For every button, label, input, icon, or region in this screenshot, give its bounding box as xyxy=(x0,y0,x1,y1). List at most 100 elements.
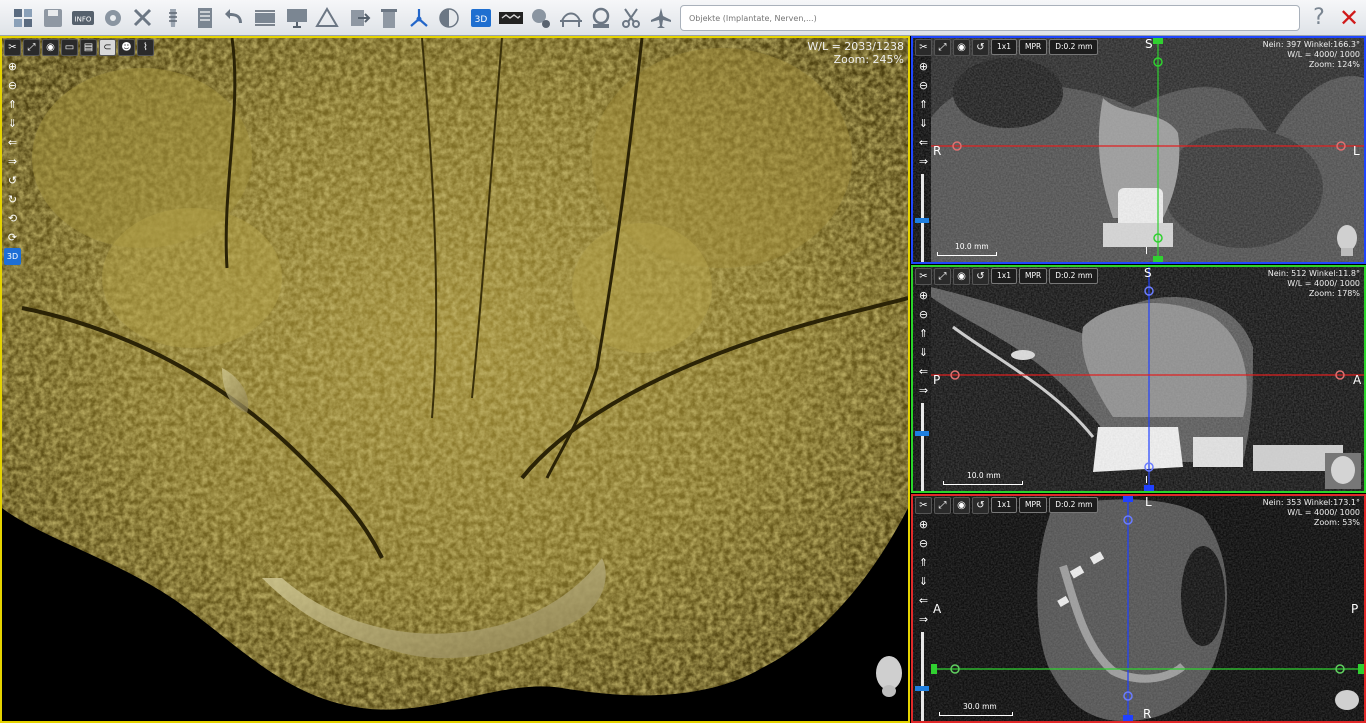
info-button[interactable]: INFO xyxy=(70,5,96,31)
camera-icon[interactable]: ◉ xyxy=(953,496,970,514)
export-button[interactable] xyxy=(346,5,372,31)
3d-button[interactable]: 3D xyxy=(468,5,494,31)
layout-button[interactable] xyxy=(10,5,36,31)
maximize-icon[interactable]: ⤢ xyxy=(934,496,951,514)
undo-button[interactable] xyxy=(222,5,248,31)
mpr-button[interactable]: MPR xyxy=(1018,268,1048,284)
view-coronal[interactable]: ✂ ⤢ ◉ ↺ 1x1 MPR D:0.2 mm ⊕ ⊖ ⇑ ⇓ ⇐ ⇒ Nei… xyxy=(911,36,1366,264)
help-button[interactable]: ? xyxy=(1307,4,1331,32)
screen-button[interactable] xyxy=(284,5,310,31)
orientation-head-icon[interactable] xyxy=(874,653,904,697)
move-up-icon[interactable]: ⇑ xyxy=(915,96,932,113)
tools-icon[interactable]: ✂ xyxy=(915,267,932,285)
orientation-bottom: I xyxy=(1145,246,1148,257)
head-icon[interactable]: ☻ xyxy=(118,38,135,56)
snapshot-icon[interactable]: ▭ xyxy=(61,38,78,56)
airplane-button[interactable] xyxy=(648,5,674,31)
move-down-icon[interactable]: ⇓ xyxy=(915,344,932,361)
3d-mode-icon[interactable]: 3D xyxy=(4,248,21,265)
reset-icon[interactable]: ↺ xyxy=(972,496,989,514)
slice-thickness-button[interactable]: D:0.2 mm xyxy=(1049,39,1099,55)
pano-view-button[interactable] xyxy=(498,5,524,31)
tools-icon[interactable]: ✂ xyxy=(915,38,932,56)
window-level-text: W/L = 4000/ 1000 xyxy=(1287,50,1360,59)
axial-slice-slider[interactable] xyxy=(921,632,924,721)
notes-icon[interactable]: ▤ xyxy=(80,38,97,56)
view-3d[interactable]: ✂ ⤢ ◉ ▭ ▤ ⊂ ☻ ⌇ ⊕ ⊖ ⇑ ⇓ ⇐ ⇒ ↺ ↻ ⟲ ⟳ 3D W/L = 2033/… xyxy=(0,36,910,723)
move-down-icon[interactable]: ⇓ xyxy=(915,573,932,590)
mpr-button[interactable]: MPR xyxy=(1018,497,1048,513)
move-right-icon[interactable]: ⇒ xyxy=(915,382,932,399)
zoom-in-icon[interactable]: ⊕ xyxy=(915,516,932,533)
slice-thickness-button[interactable]: D:0.2 mm xyxy=(1049,268,1099,284)
scale-label: 10.0 mm xyxy=(955,242,989,251)
move-right-icon[interactable]: ⇒ xyxy=(4,153,21,170)
clip-icon[interactable]: ⊂ xyxy=(99,38,116,56)
bridge-button[interactable] xyxy=(558,5,584,31)
tilt-right-icon[interactable]: ⟳ xyxy=(4,229,21,246)
rotate-right-icon[interactable]: ↻ xyxy=(4,191,21,208)
maximize-icon[interactable]: ⤢ xyxy=(934,38,951,56)
move-left-icon[interactable]: ⇐ xyxy=(915,363,932,380)
move-left-icon[interactable]: ⇐ xyxy=(915,134,932,151)
orientation-head-icon[interactable] xyxy=(1325,453,1361,489)
save-icon xyxy=(44,9,62,27)
nerve-settings-button[interactable] xyxy=(528,5,554,31)
sagittal-slice-slider[interactable] xyxy=(921,403,924,491)
axial-slider-thumb[interactable] xyxy=(915,686,929,691)
implant-icon[interactable]: ⌇ xyxy=(137,38,154,56)
move-right-icon[interactable]: ⇒ xyxy=(915,153,932,170)
view-sagittal[interactable]: ✂ ⤢ ◉ ↺ 1x1 MPR D:0.2 mm ⊕ ⊖ ⇑ ⇓ ⇐ ⇒ Nei… xyxy=(911,265,1366,493)
camera-icon[interactable]: ◉ xyxy=(953,38,970,56)
implant-button[interactable] xyxy=(160,5,186,31)
zoom-in-icon[interactable]: ⊕ xyxy=(915,58,932,75)
tilt-left-icon[interactable]: ⟲ xyxy=(4,210,21,227)
zoom-in-icon[interactable]: ⊕ xyxy=(4,58,21,75)
coronal-slider-thumb[interactable] xyxy=(915,218,929,223)
zoom-out-icon[interactable]: ⊖ xyxy=(4,77,21,94)
slice-thickness-button[interactable]: D:0.2 mm xyxy=(1049,497,1099,513)
move-left-icon[interactable]: ⇐ xyxy=(915,592,932,609)
mpr-button[interactable]: MPR xyxy=(1018,39,1048,55)
view-axial[interactable]: ✂ ⤢ ◉ ↺ 1x1 MPR D:0.2 mm ⊕ ⊖ ⇑ ⇓ ⇐ ⇒ Nei… xyxy=(911,494,1366,723)
zoom-out-icon[interactable]: ⊖ xyxy=(915,77,932,94)
measure-button[interactable] xyxy=(314,5,340,31)
save-button[interactable] xyxy=(40,5,66,31)
move-right-icon[interactable]: ⇒ xyxy=(915,611,932,628)
close-button[interactable]: ✕ xyxy=(1337,4,1361,32)
zoom-in-icon[interactable]: ⊕ xyxy=(915,287,932,304)
move-up-icon[interactable]: ⇑ xyxy=(4,96,21,113)
axes-button[interactable] xyxy=(406,5,432,31)
maximize-icon[interactable]: ⤢ xyxy=(934,267,951,285)
orientation-head-icon[interactable] xyxy=(1335,224,1359,256)
delete-button[interactable] xyxy=(376,5,402,31)
zoom-out-icon[interactable]: ⊖ xyxy=(915,306,932,323)
move-down-icon[interactable]: ⇓ xyxy=(4,115,21,132)
sagittal-slider-thumb[interactable] xyxy=(915,431,929,436)
tools-button[interactable] xyxy=(130,5,156,31)
reset-icon[interactable]: ↺ xyxy=(972,38,989,56)
contrast-button[interactable] xyxy=(436,5,462,31)
rotate-left-icon[interactable]: ↺ xyxy=(4,172,21,189)
layout-button[interactable]: 1x1 xyxy=(991,39,1017,55)
move-up-icon[interactable]: ⇑ xyxy=(915,554,932,571)
objects-search-input[interactable] xyxy=(680,5,1300,31)
settings-button[interactable] xyxy=(100,5,126,31)
camera-icon[interactable]: ◉ xyxy=(953,267,970,285)
layout-button[interactable]: 1x1 xyxy=(991,497,1017,513)
layout-button[interactable]: 1x1 xyxy=(991,268,1017,284)
move-left-icon[interactable]: ⇐ xyxy=(4,134,21,151)
move-up-icon[interactable]: ⇑ xyxy=(915,325,932,342)
move-down-icon[interactable]: ⇓ xyxy=(915,115,932,132)
report-button[interactable] xyxy=(192,5,218,31)
tools-icon[interactable]: ✂ xyxy=(4,38,21,56)
tools-icon[interactable]: ✂ xyxy=(915,496,932,514)
panorama-button[interactable] xyxy=(252,5,278,31)
orientation-head-icon[interactable] xyxy=(1333,686,1361,714)
zoom-out-icon[interactable]: ⊖ xyxy=(915,535,932,552)
maximize-icon[interactable]: ⤢ xyxy=(23,38,40,56)
ring-button[interactable] xyxy=(588,5,614,31)
camera-icon[interactable]: ◉ xyxy=(42,38,59,56)
scissors-button[interactable] xyxy=(618,5,644,31)
reset-icon[interactable]: ↺ xyxy=(972,267,989,285)
